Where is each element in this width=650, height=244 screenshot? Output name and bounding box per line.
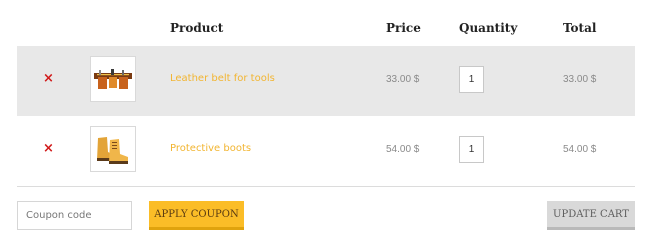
header-price: Price (386, 21, 421, 35)
update-cart-button[interactable]: Update cart (547, 201, 635, 230)
remove-item-button[interactable]: × (43, 71, 55, 87)
remove-item-button[interactable]: × (43, 141, 55, 157)
row-total: 33.00 $ (563, 74, 597, 85)
work-boots-icon (97, 137, 128, 164)
quantity-input[interactable]: 1 (459, 66, 484, 93)
quantity-input[interactable]: 1 (459, 136, 484, 163)
header-product: Product (170, 21, 224, 35)
header-quantity: Quantity (459, 21, 518, 35)
product-thumbnail[interactable] (90, 56, 136, 102)
apply-coupon-button[interactable]: Apply coupon (149, 201, 244, 230)
product-price: 54.00 $ (386, 144, 420, 155)
table-row: × Protective boots 54.00 $ 1 54.00 $ (17, 116, 635, 187)
row-total: 54.00 $ (563, 144, 597, 155)
header-total: Total (563, 21, 597, 35)
coupon-code-input[interactable] (17, 201, 132, 230)
product-price: 33.00 $ (386, 74, 420, 85)
tool-belt-icon (94, 69, 132, 89)
table-row: × Leather belt for tools 33.00 $ 1 33.00… (17, 46, 635, 116)
product-link[interactable]: Protective boots (170, 143, 251, 154)
product-thumbnail[interactable] (90, 126, 136, 172)
table-header: Product Price Quantity Total (17, 0, 635, 46)
product-link[interactable]: Leather belt for tools (170, 73, 275, 84)
